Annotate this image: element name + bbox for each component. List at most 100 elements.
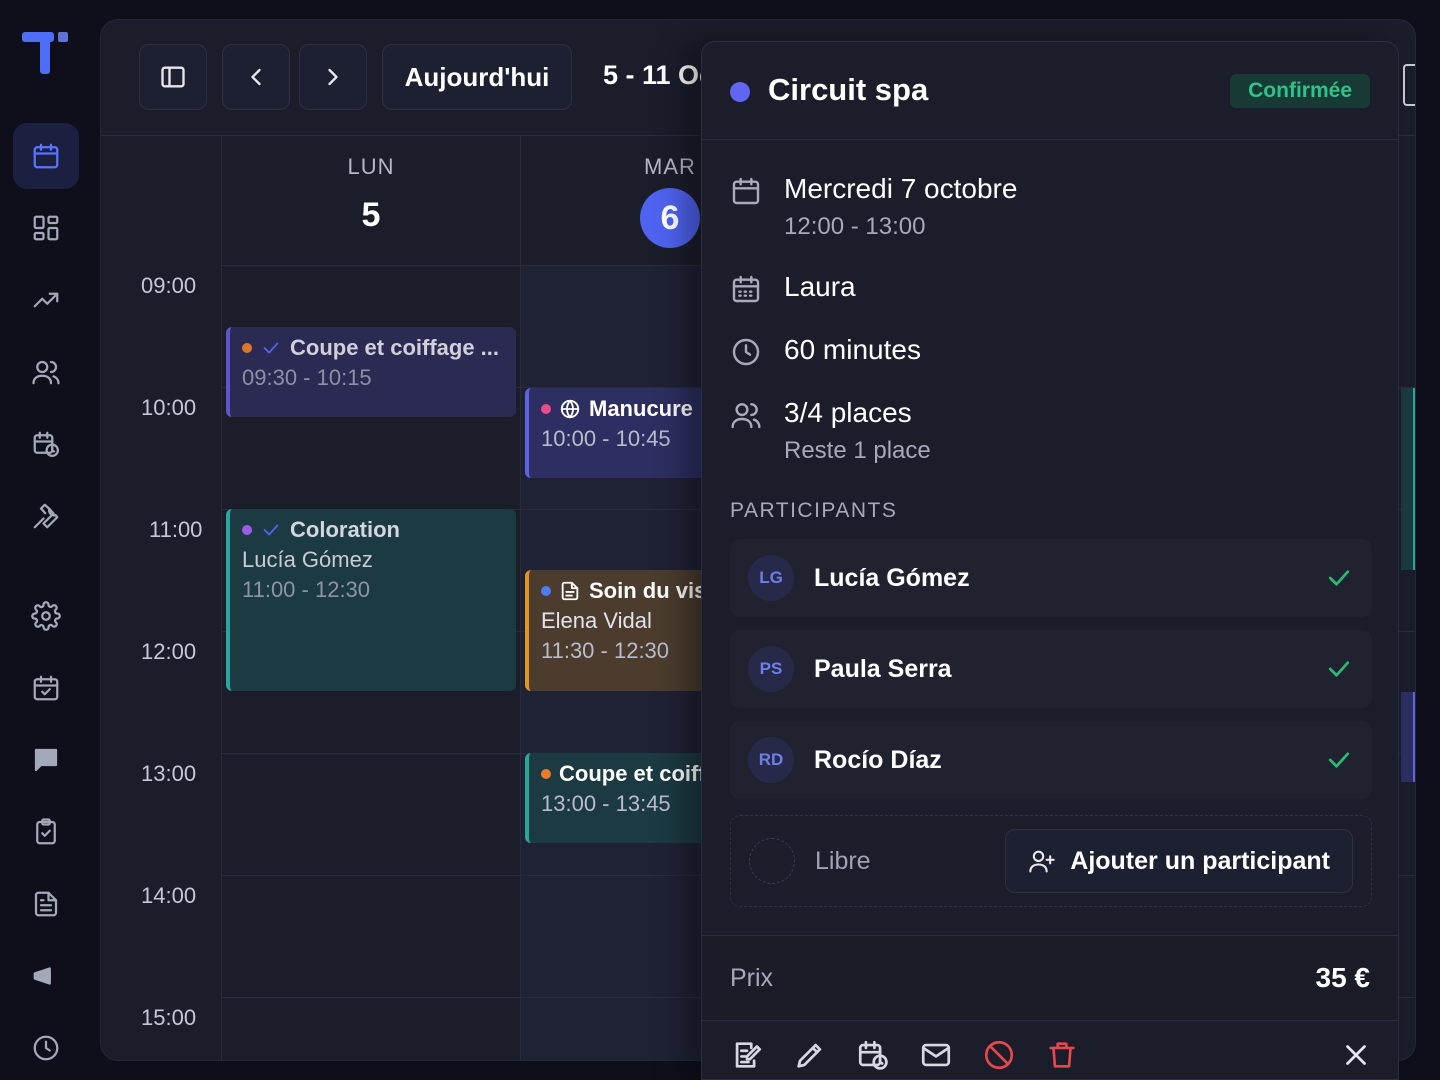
toggle-sidebar-button[interactable] [139,44,207,110]
sidebar-toggle-icon [161,66,185,88]
duration-row: 60 minutes [730,334,921,368]
participants-heading: PARTICIPANTS [730,499,898,522]
places-remaining: Reste 1 place [784,437,931,464]
avatar: LG [748,555,794,601]
calendar-grid-icon [732,275,760,303]
calendar-icon [732,177,760,205]
nav-megaphone-icon[interactable] [13,943,79,1009]
day-name: LUN [347,154,395,179]
event-card[interactable]: Coloration Lucía Gómez 11:00 - 12:30 [226,509,516,691]
nav-clients-icon[interactable] [13,339,79,405]
check-icon [263,342,279,354]
capacity-row: 3/4 places Reste 1 place [730,397,931,465]
duration: 60 minutes [784,334,921,365]
check-icon [263,524,279,536]
send-email-button[interactable] [919,1038,953,1072]
day-header-mon[interactable]: LUN 5 [221,136,520,266]
nav-clock-icon[interactable] [13,1015,79,1080]
participant-row[interactable]: LG Lucía Gómez [730,539,1372,617]
event-color-dot [541,586,551,596]
event-title: Manucure [589,396,693,421]
add-participant-label: Ajouter un participant [1070,846,1330,875]
staff-row: Laura [730,271,856,305]
nav-document-icon[interactable] [13,871,79,937]
price-value: 35 € [1315,962,1371,993]
event-card-partial[interactable] [1401,692,1415,782]
event-card[interactable]: Coupe et coiffage ... 09:30 - 10:15 [226,327,516,417]
event-card-partial[interactable] [1401,388,1415,570]
places-count: 3/4 places [784,397,912,428]
next-week-button[interactable] [299,44,367,110]
free-slot-row: Libre Ajouter un participant [730,815,1372,907]
today-button[interactable]: Aujourd'hui [382,44,572,110]
add-participant-button[interactable]: Ajouter un participant [1005,829,1353,893]
hour-label: 11:00 [149,517,203,542]
notepad-edit-icon [735,1042,762,1068]
nav-messages-icon[interactable] [13,727,79,793]
participant-name: Rocío Díaz [814,745,942,774]
avatar: RD [748,737,794,783]
check-icon [1328,661,1350,677]
panel-actions [702,1022,1398,1079]
staff-name: Laura [784,271,856,302]
avatar: PS [748,646,794,692]
nav-clipboard-icon[interactable] [13,799,79,865]
status-badge: Confirmée [1230,74,1370,108]
document-icon [561,581,579,601]
ban-icon [984,1040,1014,1070]
nav-dashboard-icon[interactable] [13,195,79,261]
nav-schedule-icon[interactable] [13,411,79,477]
hour-label: 15:00 [141,1005,197,1030]
free-slot-label: Libre [815,846,871,875]
reschedule-button[interactable] [856,1038,890,1072]
mail-icon [921,1043,951,1067]
cancel-appointment-button[interactable] [982,1038,1016,1072]
participant-row[interactable]: PS Paula Serra [730,630,1372,708]
sidebar [0,0,90,1080]
event-color-dot [541,404,551,414]
nav-settings-icon[interactable] [13,583,79,649]
check-icon [1328,752,1350,768]
price-bar: Prix 35 € [702,935,1398,1021]
service-color-dot [730,82,750,102]
nav-tools-icon[interactable] [13,483,79,549]
edit-notes-button[interactable] [730,1038,764,1072]
user-plus-icon [1029,850,1055,873]
previous-week-button[interactable] [222,44,290,110]
nav-calendar-check-icon[interactable] [13,655,79,721]
hour-label: 13:00 [141,761,197,786]
appointment-detail-panel: Circuit spa Confirmée Mercredi 7 octobre… [701,41,1399,1080]
check-icon [1328,570,1350,586]
hour-label: 10:00 [141,395,197,420]
appointment-time: 12:00 - 13:00 [784,213,926,240]
calendar-clock-icon [858,1040,888,1070]
event-title: Coloration [290,517,400,542]
chevron-right-icon [328,68,338,86]
price-label: Prix [730,964,774,992]
participant-row[interactable]: RD Rocío Díaz [730,721,1372,799]
trash-icon [1049,1042,1075,1068]
nav-calendar-icon[interactable] [13,123,79,189]
hour-label: 14:00 [141,883,197,908]
day-number: 5 [361,196,381,234]
chevron-left-icon [251,68,261,86]
participant-name: Paula Serra [814,654,952,683]
event-color-dot [242,343,252,353]
edit-button[interactable] [793,1038,827,1072]
event-time: 11:00 - 12:30 [242,577,371,602]
hour-label: 09:00 [141,273,197,298]
pencil-icon [797,1043,822,1068]
close-panel-button[interactable] [1339,1038,1373,1072]
delete-button[interactable] [1045,1038,1079,1072]
globe-icon [560,399,580,419]
close-icon [1346,1045,1366,1065]
today-day-number: 6 [640,188,700,248]
date-row: Mercredi 7 octobre 12:00 - 13:00 [730,173,1017,241]
event-color-dot [541,769,551,779]
app-logo[interactable] [22,30,70,76]
appointment-date: Mercredi 7 octobre [784,173,1018,204]
calendar-view-icon[interactable] [1403,64,1415,106]
event-title: Coupe et coiffage ... [290,335,500,360]
nav-trending-icon[interactable] [13,267,79,333]
hour-label: 12:00 [141,639,197,664]
